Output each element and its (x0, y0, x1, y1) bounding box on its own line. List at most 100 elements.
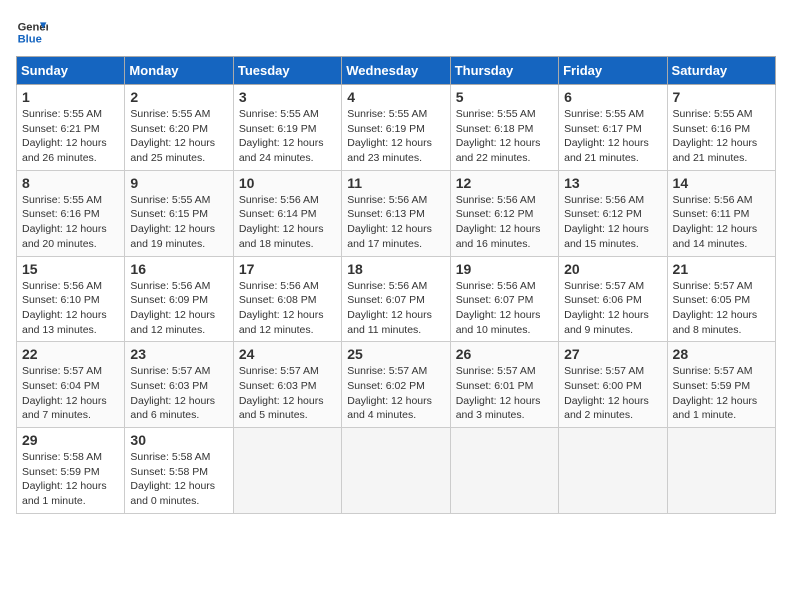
calendar-cell: 11 Sunrise: 5:56 AMSunset: 6:13 PMDaylig… (342, 170, 450, 256)
day-number: 16 (130, 261, 227, 277)
calendar-cell: 22 Sunrise: 5:57 AMSunset: 6:04 PMDaylig… (17, 342, 125, 428)
day-info: Sunrise: 5:56 AMSunset: 6:12 PMDaylight:… (456, 193, 553, 252)
day-number: 3 (239, 89, 336, 105)
calendar-cell: 15 Sunrise: 5:56 AMSunset: 6:10 PMDaylig… (17, 256, 125, 342)
calendar-cell: 27 Sunrise: 5:57 AMSunset: 6:00 PMDaylig… (559, 342, 667, 428)
calendar-cell: 18 Sunrise: 5:56 AMSunset: 6:07 PMDaylig… (342, 256, 450, 342)
day-info: Sunrise: 5:57 AMSunset: 6:04 PMDaylight:… (22, 364, 119, 423)
day-number: 27 (564, 346, 661, 362)
col-header-monday: Monday (125, 57, 233, 85)
calendar-cell: 1 Sunrise: 5:55 AMSunset: 6:21 PMDayligh… (17, 85, 125, 171)
day-info: Sunrise: 5:57 AMSunset: 6:02 PMDaylight:… (347, 364, 444, 423)
calendar-cell: 10 Sunrise: 5:56 AMSunset: 6:14 PMDaylig… (233, 170, 341, 256)
calendar-cell (667, 428, 775, 514)
day-number: 5 (456, 89, 553, 105)
day-number: 26 (456, 346, 553, 362)
day-number: 23 (130, 346, 227, 362)
day-number: 9 (130, 175, 227, 191)
calendar-cell: 24 Sunrise: 5:57 AMSunset: 6:03 PMDaylig… (233, 342, 341, 428)
calendar-cell: 29 Sunrise: 5:58 AMSunset: 5:59 PMDaylig… (17, 428, 125, 514)
day-number: 21 (673, 261, 770, 277)
day-number: 13 (564, 175, 661, 191)
calendar-cell: 26 Sunrise: 5:57 AMSunset: 6:01 PMDaylig… (450, 342, 558, 428)
day-info: Sunrise: 5:56 AMSunset: 6:14 PMDaylight:… (239, 193, 336, 252)
day-info: Sunrise: 5:56 AMSunset: 6:07 PMDaylight:… (456, 279, 553, 338)
calendar-cell: 14 Sunrise: 5:56 AMSunset: 6:11 PMDaylig… (667, 170, 775, 256)
calendar-cell: 28 Sunrise: 5:57 AMSunset: 5:59 PMDaylig… (667, 342, 775, 428)
calendar-cell (559, 428, 667, 514)
calendar-cell: 16 Sunrise: 5:56 AMSunset: 6:09 PMDaylig… (125, 256, 233, 342)
day-number: 12 (456, 175, 553, 191)
day-info: Sunrise: 5:57 AMSunset: 5:59 PMDaylight:… (673, 364, 770, 423)
day-number: 2 (130, 89, 227, 105)
calendar-cell: 25 Sunrise: 5:57 AMSunset: 6:02 PMDaylig… (342, 342, 450, 428)
week-row-5: 29 Sunrise: 5:58 AMSunset: 5:59 PMDaylig… (17, 428, 776, 514)
day-info: Sunrise: 5:55 AMSunset: 6:17 PMDaylight:… (564, 107, 661, 166)
day-number: 10 (239, 175, 336, 191)
week-row-4: 22 Sunrise: 5:57 AMSunset: 6:04 PMDaylig… (17, 342, 776, 428)
logo: General Blue (16, 16, 48, 48)
col-header-tuesday: Tuesday (233, 57, 341, 85)
day-info: Sunrise: 5:56 AMSunset: 6:10 PMDaylight:… (22, 279, 119, 338)
day-number: 1 (22, 89, 119, 105)
calendar-body: 1 Sunrise: 5:55 AMSunset: 6:21 PMDayligh… (17, 85, 776, 514)
day-number: 29 (22, 432, 119, 448)
day-info: Sunrise: 5:55 AMSunset: 6:15 PMDaylight:… (130, 193, 227, 252)
calendar-cell (233, 428, 341, 514)
day-number: 15 (22, 261, 119, 277)
day-info: Sunrise: 5:58 AMSunset: 5:58 PMDaylight:… (130, 450, 227, 509)
col-header-saturday: Saturday (667, 57, 775, 85)
calendar-cell: 17 Sunrise: 5:56 AMSunset: 6:08 PMDaylig… (233, 256, 341, 342)
day-number: 6 (564, 89, 661, 105)
calendar-cell: 13 Sunrise: 5:56 AMSunset: 6:12 PMDaylig… (559, 170, 667, 256)
day-info: Sunrise: 5:57 AMSunset: 6:06 PMDaylight:… (564, 279, 661, 338)
day-number: 11 (347, 175, 444, 191)
calendar-cell: 8 Sunrise: 5:55 AMSunset: 6:16 PMDayligh… (17, 170, 125, 256)
day-info: Sunrise: 5:57 AMSunset: 6:03 PMDaylight:… (130, 364, 227, 423)
day-info: Sunrise: 5:55 AMSunset: 6:16 PMDaylight:… (673, 107, 770, 166)
day-number: 30 (130, 432, 227, 448)
day-info: Sunrise: 5:56 AMSunset: 6:07 PMDaylight:… (347, 279, 444, 338)
day-info: Sunrise: 5:56 AMSunset: 6:08 PMDaylight:… (239, 279, 336, 338)
day-info: Sunrise: 5:57 AMSunset: 6:03 PMDaylight:… (239, 364, 336, 423)
calendar-table: SundayMondayTuesdayWednesdayThursdayFrid… (16, 56, 776, 514)
calendar-cell: 9 Sunrise: 5:55 AMSunset: 6:15 PMDayligh… (125, 170, 233, 256)
week-row-1: 1 Sunrise: 5:55 AMSunset: 6:21 PMDayligh… (17, 85, 776, 171)
day-info: Sunrise: 5:57 AMSunset: 6:05 PMDaylight:… (673, 279, 770, 338)
day-info: Sunrise: 5:55 AMSunset: 6:18 PMDaylight:… (456, 107, 553, 166)
calendar-cell: 12 Sunrise: 5:56 AMSunset: 6:12 PMDaylig… (450, 170, 558, 256)
calendar-cell: 6 Sunrise: 5:55 AMSunset: 6:17 PMDayligh… (559, 85, 667, 171)
col-header-thursday: Thursday (450, 57, 558, 85)
day-info: Sunrise: 5:56 AMSunset: 6:12 PMDaylight:… (564, 193, 661, 252)
day-info: Sunrise: 5:56 AMSunset: 6:13 PMDaylight:… (347, 193, 444, 252)
logo-icon: General Blue (16, 16, 48, 48)
day-info: Sunrise: 5:55 AMSunset: 6:19 PMDaylight:… (239, 107, 336, 166)
day-number: 22 (22, 346, 119, 362)
week-row-2: 8 Sunrise: 5:55 AMSunset: 6:16 PMDayligh… (17, 170, 776, 256)
day-info: Sunrise: 5:56 AMSunset: 6:11 PMDaylight:… (673, 193, 770, 252)
day-info: Sunrise: 5:55 AMSunset: 6:16 PMDaylight:… (22, 193, 119, 252)
day-info: Sunrise: 5:57 AMSunset: 6:01 PMDaylight:… (456, 364, 553, 423)
calendar-cell (450, 428, 558, 514)
col-header-wednesday: Wednesday (342, 57, 450, 85)
day-number: 14 (673, 175, 770, 191)
day-number: 19 (456, 261, 553, 277)
calendar-cell: 5 Sunrise: 5:55 AMSunset: 6:18 PMDayligh… (450, 85, 558, 171)
day-info: Sunrise: 5:56 AMSunset: 6:09 PMDaylight:… (130, 279, 227, 338)
calendar-cell: 2 Sunrise: 5:55 AMSunset: 6:20 PMDayligh… (125, 85, 233, 171)
col-header-friday: Friday (559, 57, 667, 85)
calendar-cell: 7 Sunrise: 5:55 AMSunset: 6:16 PMDayligh… (667, 85, 775, 171)
calendar-cell (342, 428, 450, 514)
calendar-cell: 4 Sunrise: 5:55 AMSunset: 6:19 PMDayligh… (342, 85, 450, 171)
day-number: 8 (22, 175, 119, 191)
calendar-header-row: SundayMondayTuesdayWednesdayThursdayFrid… (17, 57, 776, 85)
calendar-cell: 21 Sunrise: 5:57 AMSunset: 6:05 PMDaylig… (667, 256, 775, 342)
calendar-cell: 3 Sunrise: 5:55 AMSunset: 6:19 PMDayligh… (233, 85, 341, 171)
week-row-3: 15 Sunrise: 5:56 AMSunset: 6:10 PMDaylig… (17, 256, 776, 342)
svg-text:Blue: Blue (18, 33, 42, 45)
day-number: 28 (673, 346, 770, 362)
day-info: Sunrise: 5:55 AMSunset: 6:19 PMDaylight:… (347, 107, 444, 166)
day-number: 17 (239, 261, 336, 277)
day-info: Sunrise: 5:58 AMSunset: 5:59 PMDaylight:… (22, 450, 119, 509)
day-info: Sunrise: 5:55 AMSunset: 6:20 PMDaylight:… (130, 107, 227, 166)
